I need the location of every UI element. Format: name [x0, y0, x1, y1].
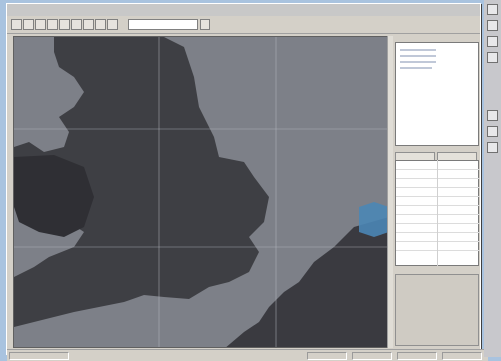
satellite-map — [14, 37, 387, 347]
property-row[interactable] — [396, 206, 480, 215]
property-row[interactable] — [396, 197, 480, 206]
tab-properties[interactable] — [395, 152, 435, 160]
property-row[interactable] — [396, 233, 480, 242]
tool-icon[interactable] — [487, 142, 498, 153]
toolbar-combo[interactable] — [128, 19, 198, 30]
info-icon[interactable] — [487, 52, 498, 63]
status-cell — [442, 352, 482, 360]
list-item[interactable] — [400, 61, 436, 63]
property-row[interactable] — [396, 170, 480, 179]
list-panel[interactable] — [395, 42, 479, 146]
select-icon[interactable] — [95, 19, 106, 30]
new-icon[interactable] — [11, 19, 22, 30]
property-divider — [437, 160, 438, 266]
status-cell — [352, 352, 392, 360]
zoom-in-icon[interactable] — [59, 19, 70, 30]
property-row[interactable] — [396, 215, 480, 224]
print-icon[interactable] — [47, 19, 58, 30]
list-item[interactable] — [400, 67, 432, 69]
tab-layers[interactable] — [437, 152, 477, 160]
property-row[interactable] — [396, 242, 480, 251]
status-cell — [307, 352, 347, 360]
property-row[interactable] — [396, 188, 480, 197]
property-tabs — [395, 152, 479, 160]
pan-icon[interactable] — [487, 36, 498, 47]
map-scrollbar[interactable] — [387, 36, 393, 348]
status-cell — [397, 352, 437, 360]
status-cell — [9, 352, 69, 360]
application-window — [6, 3, 488, 361]
list-item[interactable] — [400, 49, 436, 51]
map-view[interactable] — [13, 36, 388, 348]
save-icon[interactable] — [35, 19, 46, 30]
status-bar — [7, 349, 488, 361]
zoom-icon[interactable] — [487, 20, 498, 31]
lower-panel — [395, 274, 479, 346]
zoom-out-icon[interactable] — [71, 19, 82, 30]
tool-icon[interactable] — [487, 126, 498, 137]
pan-icon[interactable] — [83, 19, 94, 30]
chevron-down-icon[interactable] — [200, 19, 210, 30]
pointer-icon[interactable] — [487, 4, 498, 15]
right-panel — [395, 34, 481, 350]
water-highlight — [359, 202, 387, 237]
list-item[interactable] — [400, 55, 436, 57]
land-wales — [14, 155, 94, 237]
tool-icon[interactable] — [487, 110, 498, 121]
property-row[interactable] — [396, 161, 480, 170]
toolbar — [7, 16, 480, 34]
measure-icon[interactable] — [107, 19, 118, 30]
right-sidebar — [484, 0, 501, 357]
title-bar — [7, 4, 480, 16]
property-row[interactable] — [396, 179, 480, 188]
property-row[interactable] — [396, 224, 480, 233]
open-icon[interactable] — [23, 19, 34, 30]
